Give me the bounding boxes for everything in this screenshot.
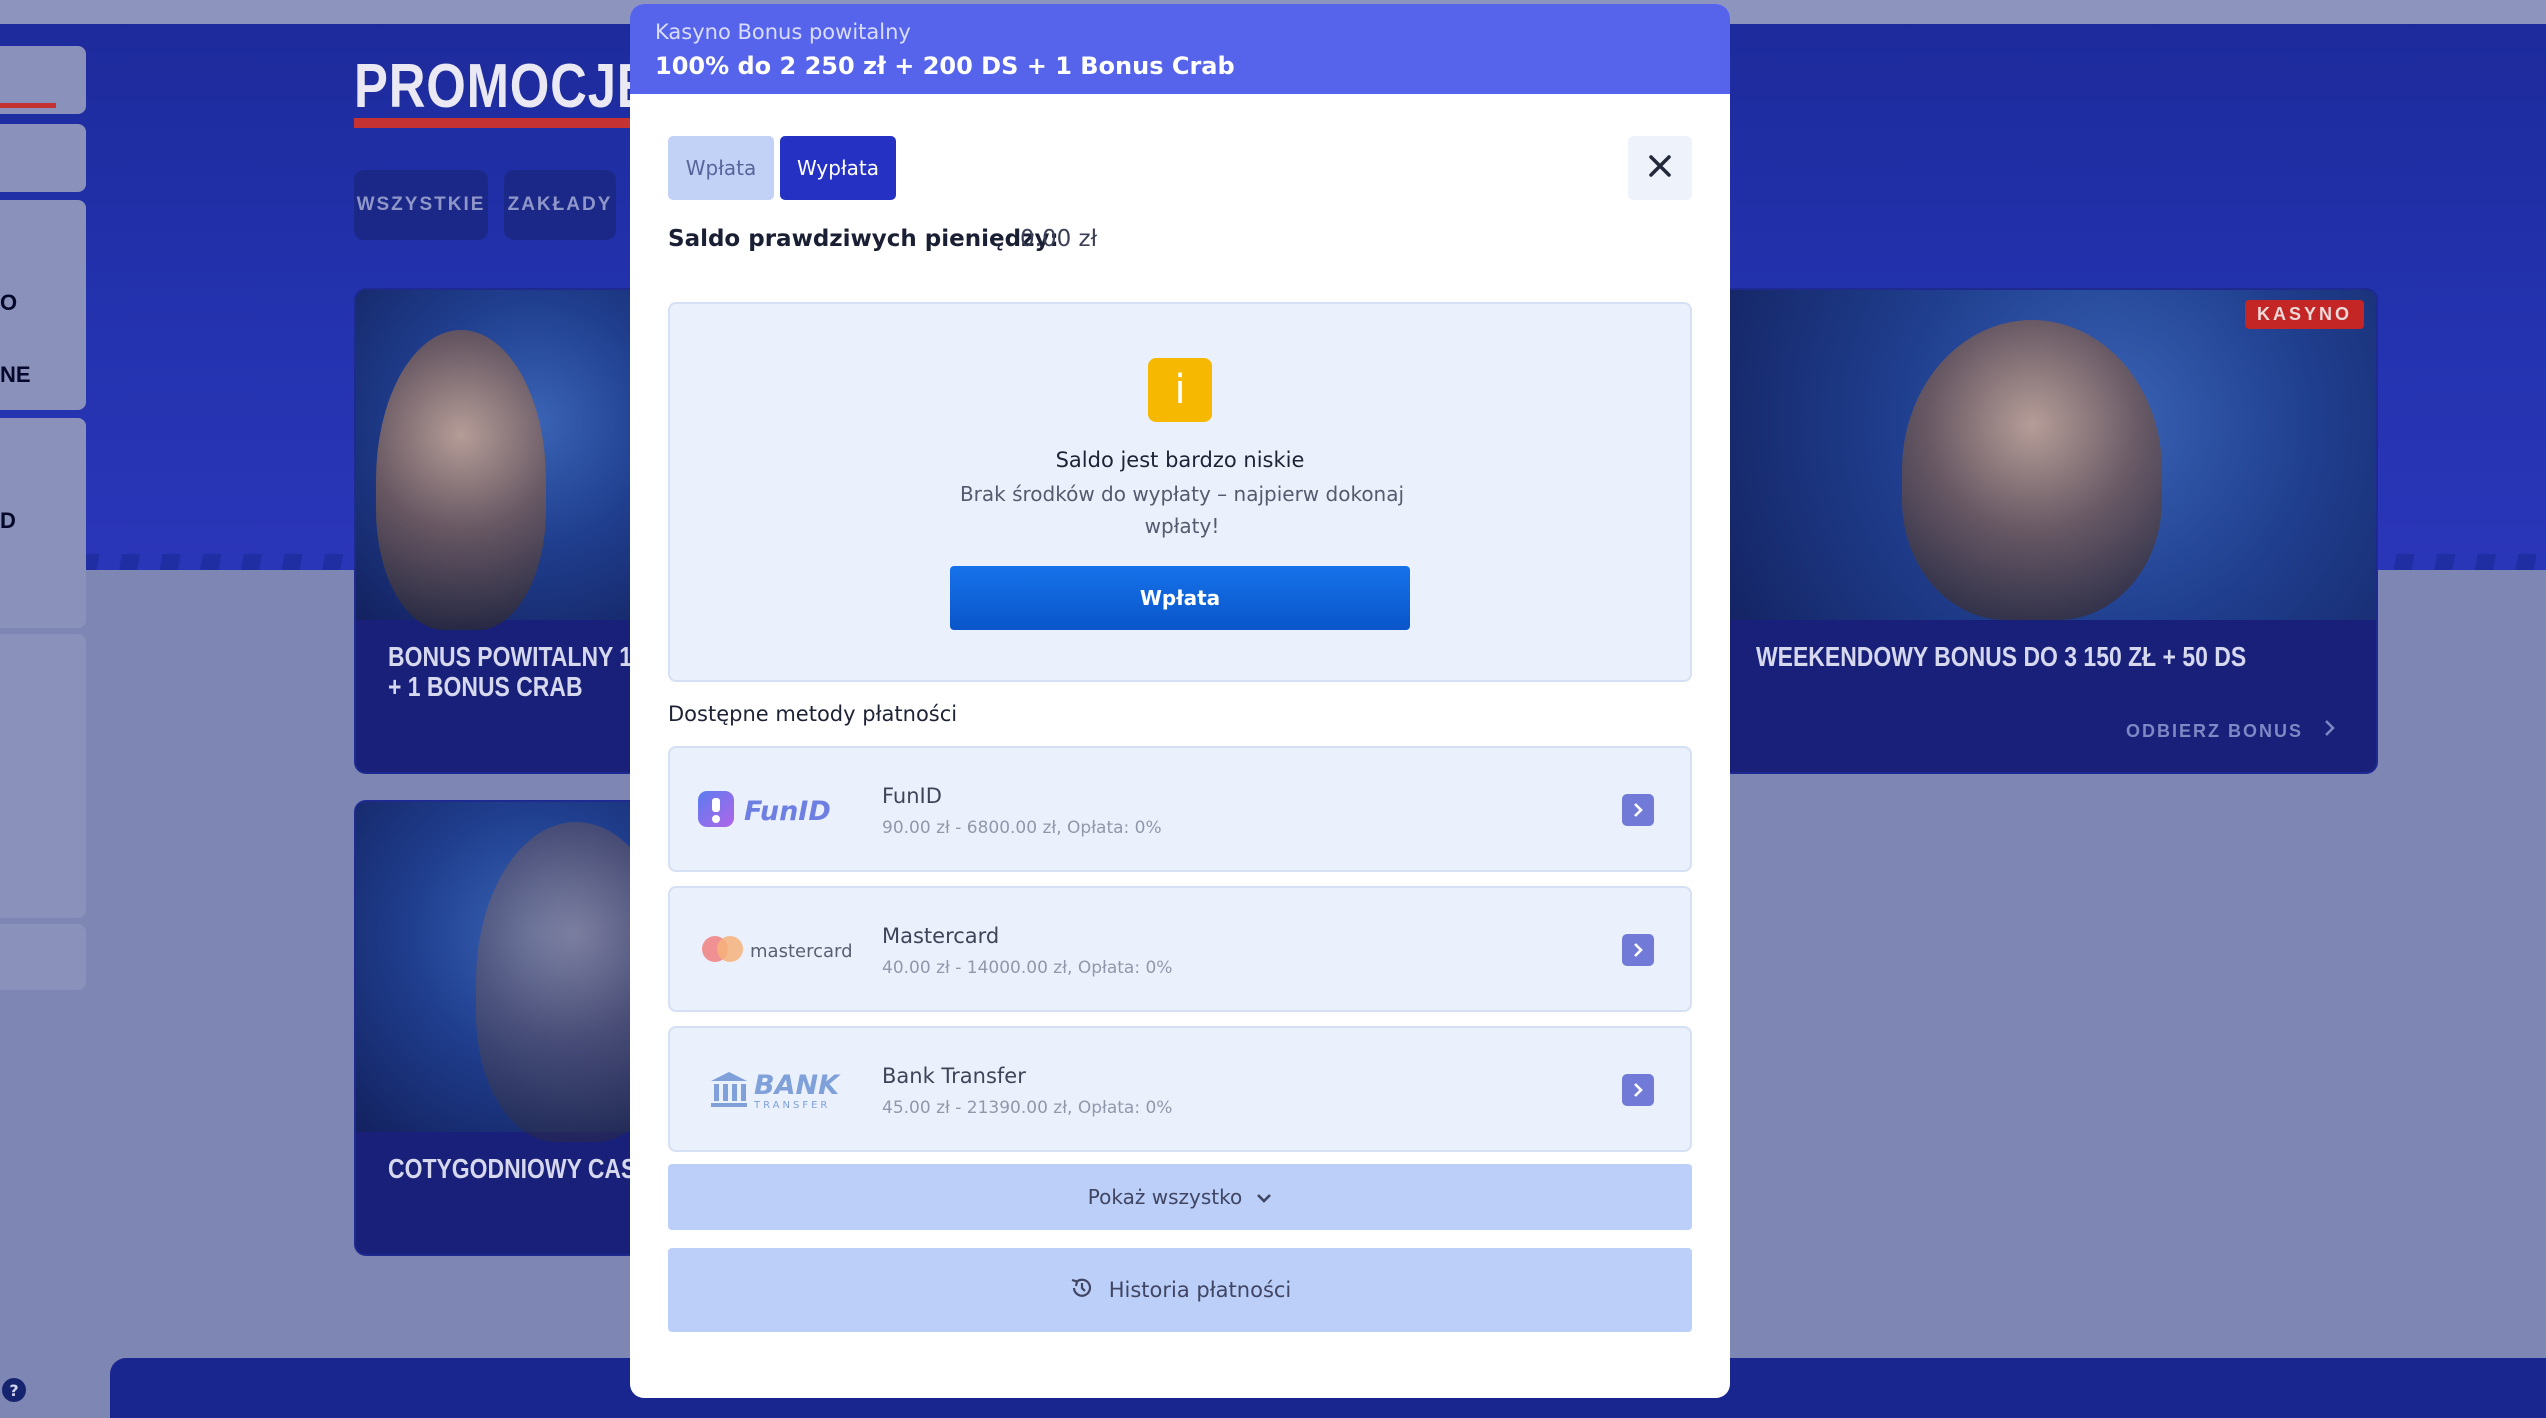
- filter-bets-button[interactable]: ZAKŁADY: [504, 170, 616, 240]
- sidebar-item[interactable]: [0, 924, 86, 990]
- bank-building-icon: [708, 1069, 750, 1113]
- mastercard-logo-text: mastercard: [750, 940, 853, 962]
- funid-logo-icon: [696, 789, 736, 833]
- payment-method-limits: 40.00 zł - 14000.00 zł, Opłata: 0%: [882, 958, 1173, 978]
- payment-history-label: Historia płatności: [1108, 1278, 1292, 1302]
- chevron-right-icon: [2324, 720, 2336, 741]
- promo-card-title: + 1 BONUS CRAB: [388, 671, 583, 702]
- bonus-subtitle: Kasyno Bonus powitalny: [655, 20, 911, 44]
- funid-logo: FunID: [696, 784, 836, 838]
- show-all-label: Pokaż wszystko: [1087, 1185, 1243, 1209]
- bank-logo-subtext: TRANSFER: [754, 1099, 831, 1111]
- promo-card-figure: [376, 330, 546, 630]
- sidebar-group[interactable]: D: [0, 418, 86, 628]
- deposit-button[interactable]: Wpłata: [950, 566, 1410, 630]
- promo-card-image: [356, 290, 652, 630]
- payment-history-button[interactable]: Historia płatności: [668, 1248, 1692, 1332]
- promo-card-image: [356, 802, 652, 1142]
- notice-title: Saldo jest bardzo niskie: [1055, 448, 1305, 472]
- payment-method-mastercard[interactable]: mastercard Mastercard 40.00 zł - 14000.0…: [668, 886, 1692, 1012]
- bonus-title: 100% do 2 250 zł + 200 DS + 1 Bonus Crab: [655, 52, 1235, 80]
- bank-logo-text: BANK: [754, 1069, 839, 1101]
- balance-value: 0.00 zł: [1020, 226, 1098, 252]
- payment-methods-heading: Dostępne metody płatności: [668, 702, 958, 726]
- funid-logo-text: FunID: [744, 795, 831, 827]
- payment-method-name: Mastercard: [882, 924, 1000, 948]
- page-title: PROMOCJE: [354, 56, 652, 128]
- balance-label: Saldo prawdziwych pieniędzy:: [668, 226, 1059, 252]
- payment-method-bank-transfer[interactable]: BANK TRANSFER Bank Transfer 45.00 zł - 2…: [668, 1026, 1692, 1152]
- bank-transfer-logo: BANK TRANSFER: [708, 1064, 848, 1118]
- promo-card-title: COTYGODNIOWY CASH: [388, 1153, 653, 1184]
- chevron-right-icon[interactable]: [1622, 794, 1654, 826]
- show-all-button[interactable]: Pokaż wszystko: [668, 1164, 1692, 1230]
- sidebar-item[interactable]: [0, 634, 86, 918]
- payment-method-limits: 90.00 zł - 6800.00 zł, Opłata: 0%: [882, 818, 1162, 838]
- bank-logo-text-group: BANK TRANSFER: [754, 1072, 839, 1111]
- promo-card-title: BONUS POWITALNY 100: [388, 641, 654, 672]
- info-icon: i: [1148, 358, 1212, 422]
- history-clock-icon: [1069, 1275, 1095, 1306]
- notice-description: Brak środków do wypłaty – najpierw dokon…: [959, 482, 1405, 538]
- low-balance-notice: i Saldo jest bardzo niskie Brak środków …: [668, 302, 1692, 682]
- promo-card-figure: [1902, 320, 2162, 620]
- close-button[interactable]: [1628, 136, 1692, 200]
- sidebar-active-underline: [0, 103, 56, 108]
- sidebar-item-label: D: [0, 508, 16, 533]
- tab-deposit[interactable]: Wpłata: [668, 136, 774, 200]
- sidebar-item-label: O: [0, 290, 18, 315]
- claim-bonus-label: ODBIERZ BONUS: [2125, 721, 2303, 741]
- sidebar-item[interactable]: [0, 124, 86, 192]
- payment-method-name: Bank Transfer: [882, 1064, 1026, 1088]
- modal-header: Kasyno Bonus powitalny 100% do 2 250 zł …: [630, 4, 1730, 94]
- promo-card-figure: [476, 822, 652, 1142]
- claim-bonus-link[interactable]: ODBIERZ BONUS: [2126, 719, 2336, 742]
- close-icon: [1647, 153, 1673, 183]
- payment-method-funid[interactable]: FunID FunID 90.00 zł - 6800.00 zł, Opłat…: [668, 746, 1692, 872]
- wallet-modal: Kasyno Bonus powitalny 100% do 2 250 zł …: [630, 4, 1730, 1398]
- chevron-down-icon: [1256, 1185, 1272, 1209]
- sidebar-item[interactable]: [0, 46, 86, 114]
- promo-card[interactable]: KASYNO WEEKENDOWY BONUS DO 3 150 ZŁ + 50…: [1700, 288, 2378, 774]
- filter-all-button[interactable]: WSZYSTKIE: [354, 170, 488, 240]
- tab-withdraw[interactable]: Wypłata: [780, 136, 896, 200]
- question-icon[interactable]: ?: [2, 1378, 26, 1402]
- mastercard-circles-icon: [700, 934, 746, 968]
- payment-method-name: FunID: [882, 784, 942, 808]
- category-badge: KASYNO: [2244, 300, 2364, 329]
- promo-card[interactable]: COTYGODNIOWY CASH: [354, 800, 654, 1256]
- payment-method-limits: 45.00 zł - 21390.00 zł, Opłata: 0%: [882, 1098, 1173, 1118]
- chevron-right-icon[interactable]: [1622, 934, 1654, 966]
- promo-card-title: WEEKENDOWY BONUS DO 3 150 ZŁ + 50 DS: [1756, 641, 2247, 672]
- chevron-right-icon[interactable]: [1622, 1074, 1654, 1106]
- promo-card-image: [1702, 290, 2376, 620]
- promo-card[interactable]: BONUS POWITALNY 100 + 1 BONUS CRAB: [354, 288, 654, 774]
- sidebar-group[interactable]: O NE: [0, 200, 86, 410]
- mastercard-logo: mastercard: [700, 924, 853, 978]
- sidebar-item-label: NE: [0, 362, 31, 387]
